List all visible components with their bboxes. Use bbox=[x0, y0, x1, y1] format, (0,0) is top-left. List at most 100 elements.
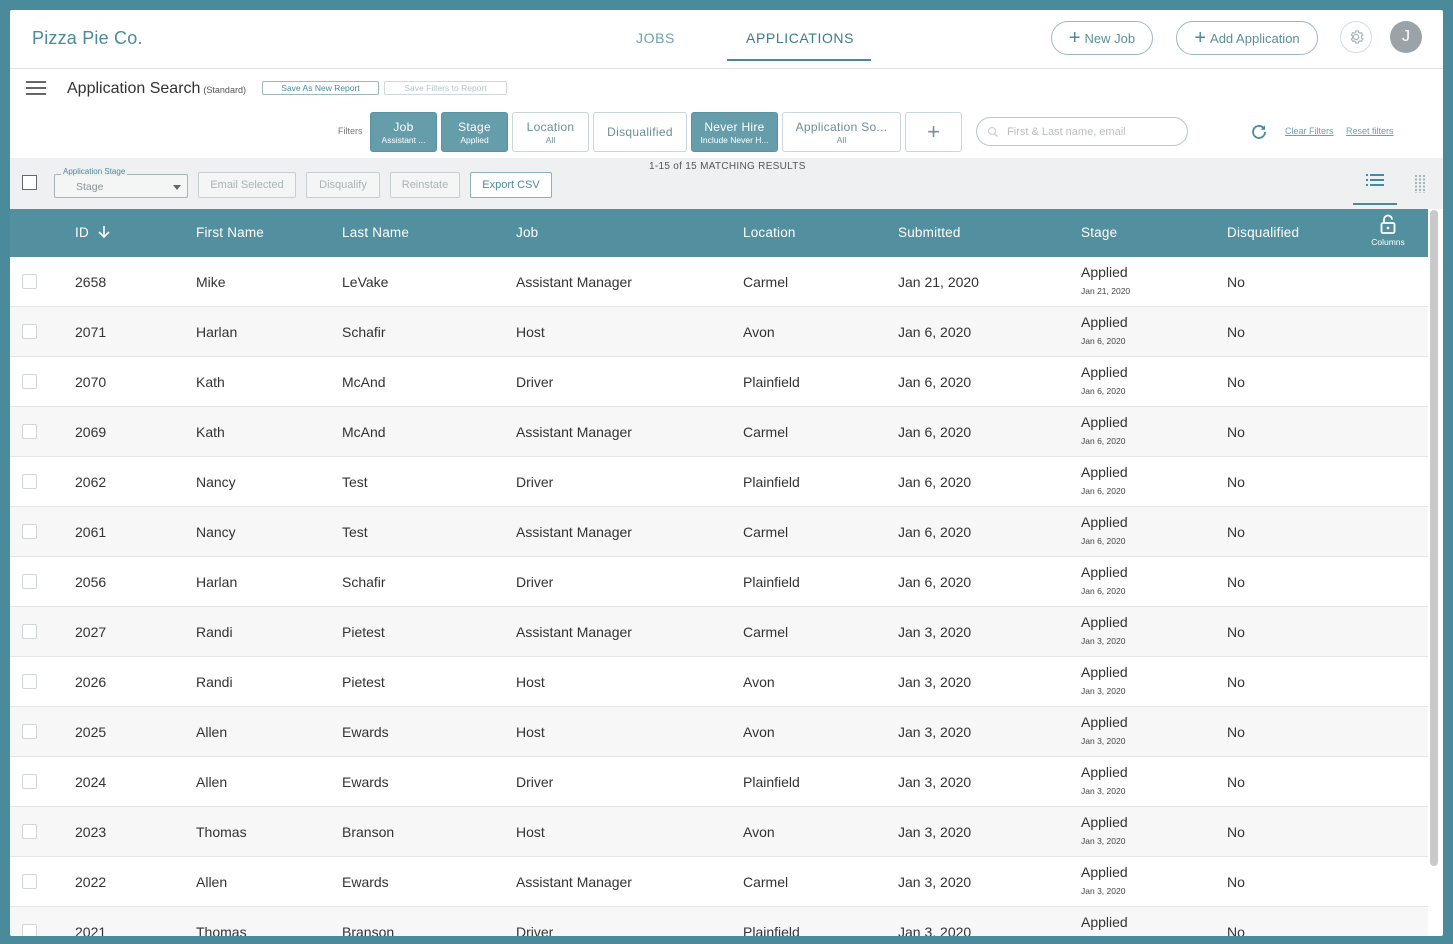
cell-location: Plainfield bbox=[743, 474, 800, 490]
cell-submitted: Jan 6, 2020 bbox=[898, 374, 972, 390]
table-row[interactable]: 2021 Thomas Branson Driver Plainfield Jan 3, … bbox=[10, 907, 1428, 936]
column-header-disqualified[interactable]: Disqualified bbox=[1227, 225, 1299, 240]
cell-stage-date: Jan 6, 2020 bbox=[1081, 436, 1126, 446]
cell-submitted: Jan 3, 2020 bbox=[898, 824, 972, 840]
row-checkbox[interactable] bbox=[22, 774, 37, 789]
new-job-button[interactable]: + New Job bbox=[1051, 21, 1153, 55]
cell-disqualified: No bbox=[1227, 824, 1245, 840]
search-input[interactable] bbox=[1005, 124, 1179, 139]
column-header-job[interactable]: Job bbox=[516, 225, 538, 240]
application-stage-select[interactable]: Application Stage Stage bbox=[54, 167, 188, 198]
menu-icon[interactable] bbox=[26, 81, 46, 97]
save-as-new-report-button[interactable]: Save As New Report bbox=[262, 81, 379, 95]
search-field[interactable] bbox=[976, 117, 1188, 146]
filter-chip-stage[interactable]: Stage Applied bbox=[441, 112, 508, 152]
cell-id: 2658 bbox=[75, 274, 107, 290]
table-row[interactable]: 2024 Allen Ewards Driver Plainfield Jan 3, 20… bbox=[10, 757, 1428, 807]
filter-chip-job[interactable]: Job Assistant ... bbox=[370, 112, 437, 152]
column-header-first-name[interactable]: First Name bbox=[196, 225, 264, 240]
list-view-button[interactable] bbox=[1353, 173, 1397, 205]
table-row[interactable]: 2026 Randi Pietest Host Avon Jan 3, 2020 No App… bbox=[10, 657, 1428, 707]
add-application-button[interactable]: + Add Application bbox=[1176, 21, 1318, 55]
filter-chip-value: All bbox=[836, 134, 847, 145]
cell-stage-date: Jan 3, 2020 bbox=[1081, 686, 1126, 696]
refresh-icon[interactable] bbox=[1250, 123, 1268, 141]
cell-stage-date: Jan 3, 2020 bbox=[1081, 736, 1126, 746]
column-view-button[interactable] bbox=[1411, 175, 1429, 195]
columns-button[interactable]: Columns bbox=[1370, 214, 1406, 254]
column-header-last-name[interactable]: Last Name bbox=[342, 225, 409, 240]
filter-chip-label: Disqualified bbox=[607, 125, 673, 139]
reset-filters-link[interactable]: Reset filters bbox=[1346, 126, 1394, 136]
row-checkbox[interactable] bbox=[22, 374, 37, 389]
table-row[interactable]: 2025 Allen Ewards Host Avon Jan 3, 2020 No Appl… bbox=[10, 707, 1428, 757]
tab-applications[interactable]: APPLICATIONS bbox=[746, 30, 854, 46]
cell-first-name: Thomas bbox=[196, 924, 247, 936]
column-view-icon bbox=[1415, 175, 1425, 193]
row-checkbox[interactable] bbox=[22, 824, 37, 839]
table-row[interactable]: 2070 Kath McAnd Driver Plainfield Jan 6, 2020… bbox=[10, 357, 1428, 407]
cell-first-name: Randi bbox=[196, 674, 233, 690]
table-row[interactable]: 2071 Harlan Schafir Host Avon Jan 6, 2020 No Ap… bbox=[10, 307, 1428, 357]
table-row[interactable]: 2061 Nancy Test Assistant Manager Carmel Jan … bbox=[10, 507, 1428, 557]
cell-stage-date: Jan 6, 2020 bbox=[1081, 486, 1126, 496]
cell-id: 2071 bbox=[75, 324, 107, 340]
cell-location: Avon bbox=[743, 724, 775, 740]
filter-chip-location[interactable]: Location All bbox=[512, 112, 589, 152]
cell-submitted: Jan 3, 2020 bbox=[898, 674, 972, 690]
settings-button[interactable] bbox=[1340, 21, 1372, 53]
row-checkbox[interactable] bbox=[22, 874, 37, 889]
cell-location: Avon bbox=[743, 674, 775, 690]
cell-last-name: Pietest bbox=[342, 624, 385, 640]
email-selected-button[interactable]: Email Selected bbox=[198, 172, 296, 198]
column-header-stage[interactable]: Stage bbox=[1081, 225, 1117, 240]
cell-job: Host bbox=[516, 674, 545, 690]
table-row[interactable]: 2022 Allen Ewards Assistant Manager Carmel Ja… bbox=[10, 857, 1428, 907]
cell-first-name: Kath bbox=[196, 374, 225, 390]
row-checkbox[interactable] bbox=[22, 274, 37, 289]
clear-filters-link[interactable]: Clear Filters bbox=[1285, 126, 1334, 136]
cell-submitted: Jan 3, 2020 bbox=[898, 724, 972, 740]
add-filter-button[interactable]: + bbox=[905, 112, 962, 152]
cell-location: Carmel bbox=[743, 624, 789, 640]
filter-chip-application-source[interactable]: Application So... All bbox=[782, 112, 901, 152]
table-row[interactable]: 2027 Randi Pietest Assistant Manager Carmel J… bbox=[10, 607, 1428, 657]
row-checkbox[interactable] bbox=[22, 524, 37, 539]
cell-last-name: Schafir bbox=[342, 574, 386, 590]
cell-submitted: Jan 3, 2020 bbox=[898, 624, 972, 640]
tab-jobs[interactable]: JOBS bbox=[636, 30, 675, 46]
brand-name[interactable]: Pizza Pie Co. bbox=[32, 28, 143, 49]
cell-id: 2022 bbox=[75, 874, 107, 890]
row-checkbox[interactable] bbox=[22, 574, 37, 589]
table-row[interactable]: 2069 Kath McAnd Assistant Manager Carmel Jan … bbox=[10, 407, 1428, 457]
table-row[interactable]: 2658 Mike LeVake Assistant Manager Carmel Jan… bbox=[10, 257, 1428, 307]
cell-stage: Applied bbox=[1081, 314, 1128, 330]
table-row[interactable]: 2023 Thomas Branson Host Avon Jan 3, 2020 No Ap… bbox=[10, 807, 1428, 857]
row-checkbox[interactable] bbox=[22, 424, 37, 439]
row-checkbox[interactable] bbox=[22, 324, 37, 339]
filter-chip-never-hire[interactable]: Never Hire Include Never H... bbox=[691, 112, 778, 152]
scrollbar[interactable] bbox=[1430, 210, 1438, 866]
avatar[interactable]: J bbox=[1390, 21, 1422, 53]
row-checkbox[interactable] bbox=[22, 724, 37, 739]
column-header-id[interactable]: ID bbox=[75, 225, 111, 240]
cell-first-name: Allen bbox=[196, 874, 228, 890]
row-checkbox[interactable] bbox=[22, 474, 37, 489]
row-checkbox[interactable] bbox=[22, 624, 37, 639]
table-row[interactable]: 2062 Nancy Test Driver Plainfield Jan 6, 2020… bbox=[10, 457, 1428, 507]
plus-icon: + bbox=[1068, 27, 1081, 49]
save-filters-to-report-button[interactable]: Save Filters to Report bbox=[384, 81, 507, 95]
column-header-location[interactable]: Location bbox=[743, 225, 796, 240]
row-checkbox[interactable] bbox=[22, 924, 37, 936]
export-csv-button[interactable]: Export CSV bbox=[470, 172, 552, 198]
select-all-checkbox[interactable] bbox=[22, 175, 37, 190]
cell-location: Plainfield bbox=[743, 924, 800, 936]
table-row[interactable]: 2056 Harlan Schafir Driver Plainfield Jan 6, … bbox=[10, 557, 1428, 607]
disqualify-button[interactable]: Disqualify bbox=[306, 172, 380, 198]
cell-disqualified: No bbox=[1227, 874, 1245, 890]
page-title-qualifier: (Standard) bbox=[203, 85, 246, 95]
reinstate-button[interactable]: Reinstate bbox=[390, 172, 460, 198]
filter-chip-disqualified[interactable]: Disqualified bbox=[593, 112, 687, 152]
column-header-submitted[interactable]: Submitted bbox=[898, 225, 961, 240]
row-checkbox[interactable] bbox=[22, 674, 37, 689]
